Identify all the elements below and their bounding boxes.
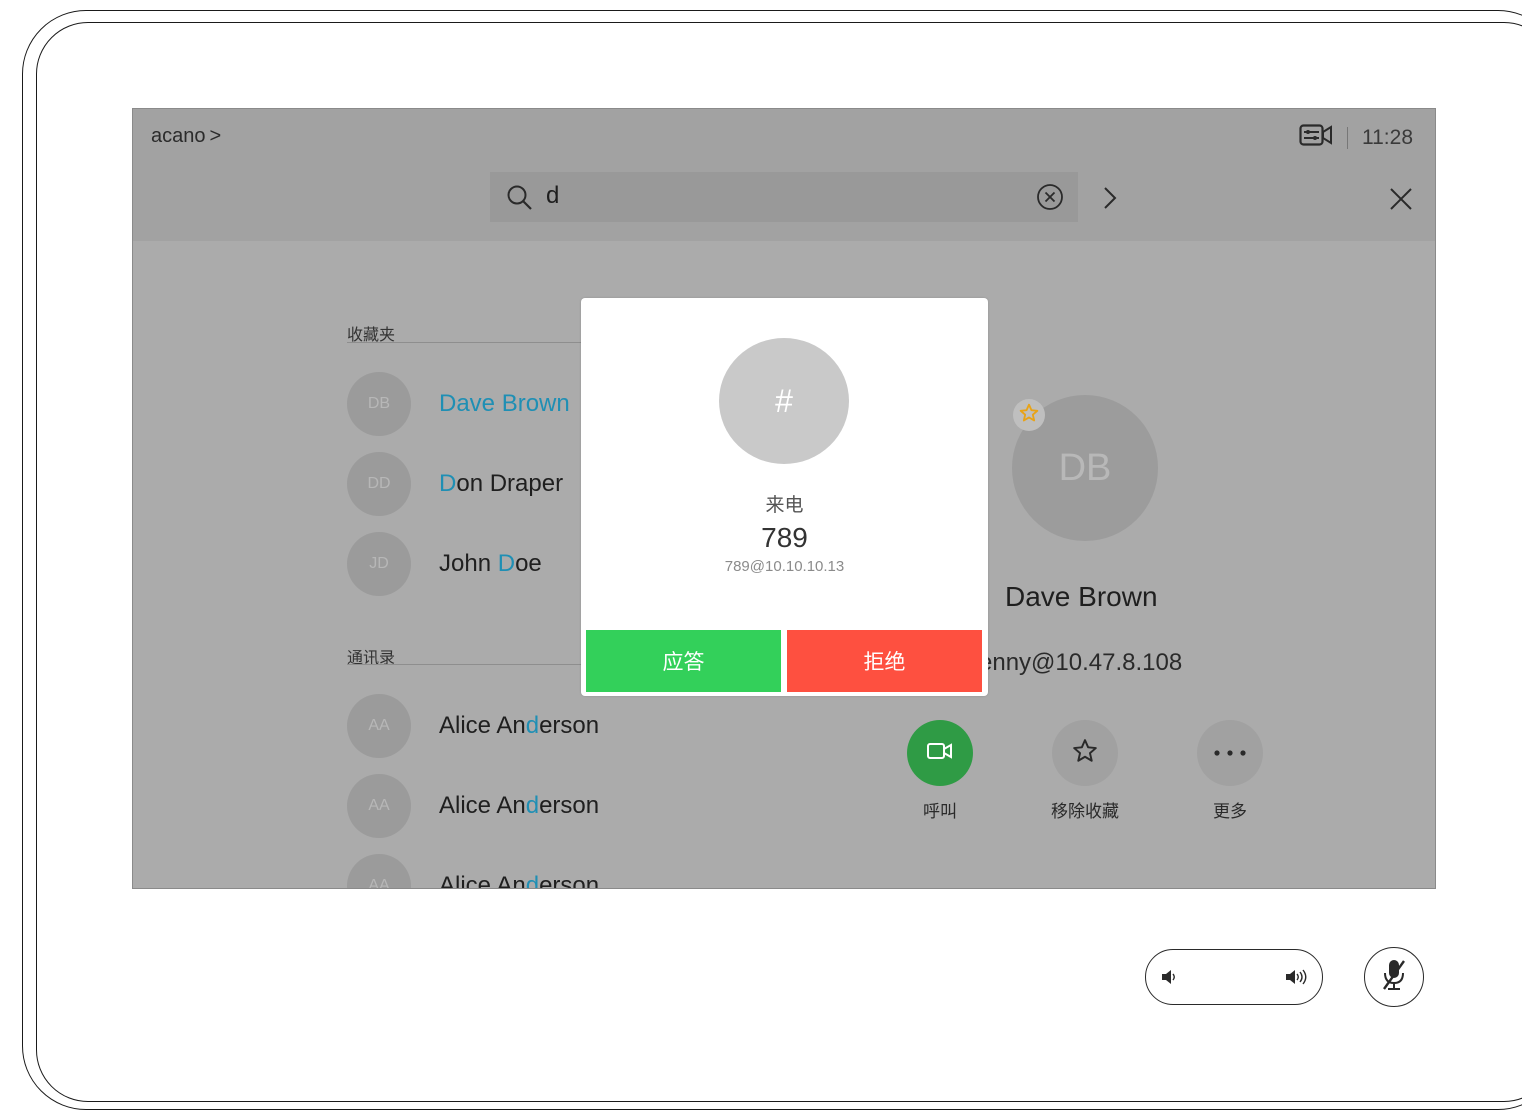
contact-name: Dave Brown xyxy=(439,390,570,417)
breadcrumb[interactable]: acano > xyxy=(151,125,221,148)
favorite-star-badge xyxy=(1013,399,1045,431)
contact-name: Alice Anderson xyxy=(439,792,600,819)
contact-name: John Doe xyxy=(439,550,542,577)
contact-name: Alice Anderson xyxy=(439,712,600,739)
directory-item[interactable]: AA Alice Anderson xyxy=(347,694,599,758)
breadcrumb-label: acano xyxy=(151,125,206,147)
more-dots-icon xyxy=(1213,744,1247,762)
answer-button[interactable]: 应答 xyxy=(586,630,781,692)
avatar: AA xyxy=(347,694,411,758)
star-icon xyxy=(1072,738,1098,769)
detail-contact-name: Dave Brown xyxy=(1005,581,1158,612)
caller-number: 789 xyxy=(761,522,808,553)
call-button[interactable] xyxy=(907,720,973,786)
close-icon[interactable] xyxy=(1389,187,1413,216)
chevron-right-icon: > xyxy=(209,125,222,147)
favorite-item-john-doe[interactable]: JD John Doe xyxy=(347,532,542,596)
clear-search-icon[interactable] xyxy=(1036,183,1064,216)
volume-up-icon[interactable] xyxy=(1284,968,1308,991)
caller-avatar: # xyxy=(719,338,849,464)
directory-divider xyxy=(347,664,587,665)
contact-name: Alice Anderson xyxy=(439,872,600,889)
camera-control-icon[interactable] xyxy=(1299,123,1333,153)
video-call-icon xyxy=(926,741,954,766)
mute-microphone-button[interactable] xyxy=(1364,947,1424,1007)
detail-contact-uri: enny@10.47.8.108 xyxy=(979,649,1183,676)
call-type-label: 来电 xyxy=(765,495,804,516)
directory-item[interactable]: AA Alice Anderson xyxy=(347,774,599,838)
contact-name: Don Draper xyxy=(439,470,564,497)
search-icon xyxy=(506,184,534,217)
star-icon xyxy=(1019,403,1039,428)
directory-item[interactable]: AA Alice Anderson xyxy=(347,854,600,889)
favorite-item-dave-brown[interactable]: DB Dave Brown xyxy=(347,372,570,436)
avatar: AA xyxy=(347,774,411,838)
favorites-divider xyxy=(347,342,587,343)
avatar: AA xyxy=(347,854,411,888)
more-button[interactable] xyxy=(1197,720,1263,786)
clock: 11:28 xyxy=(1362,126,1413,149)
microphone-muted-icon xyxy=(1379,958,1409,997)
top-bar: acano > 11:28 d xyxy=(133,109,1435,241)
decline-button[interactable]: 拒绝 xyxy=(787,630,982,692)
status-area: 11:28 xyxy=(1299,123,1413,153)
more-button-label: 更多 xyxy=(1213,802,1247,821)
favorite-item-don-draper[interactable]: DD Don Draper xyxy=(347,452,563,516)
caller-uri: 789@10.10.10.13 xyxy=(724,558,845,575)
avatar: DD xyxy=(347,452,411,516)
search-forward-chevron-icon[interactable] xyxy=(1101,185,1119,216)
unfavorite-button[interactable] xyxy=(1052,720,1118,786)
volume-down-icon[interactable] xyxy=(1160,968,1178,991)
volume-control[interactable] xyxy=(1145,949,1323,1005)
incoming-call-dialog: # 来电 789 789@10.10.10.13 应答 拒绝 xyxy=(581,298,988,696)
avatar: JD xyxy=(347,532,411,596)
search-input[interactable]: d xyxy=(546,182,559,210)
call-button-label: 呼叫 xyxy=(923,802,957,821)
avatar: DB xyxy=(347,372,411,436)
search-field[interactable]: d xyxy=(490,172,1078,222)
status-divider xyxy=(1347,127,1348,149)
unfavorite-button-label: 移除收藏 xyxy=(1051,802,1119,821)
